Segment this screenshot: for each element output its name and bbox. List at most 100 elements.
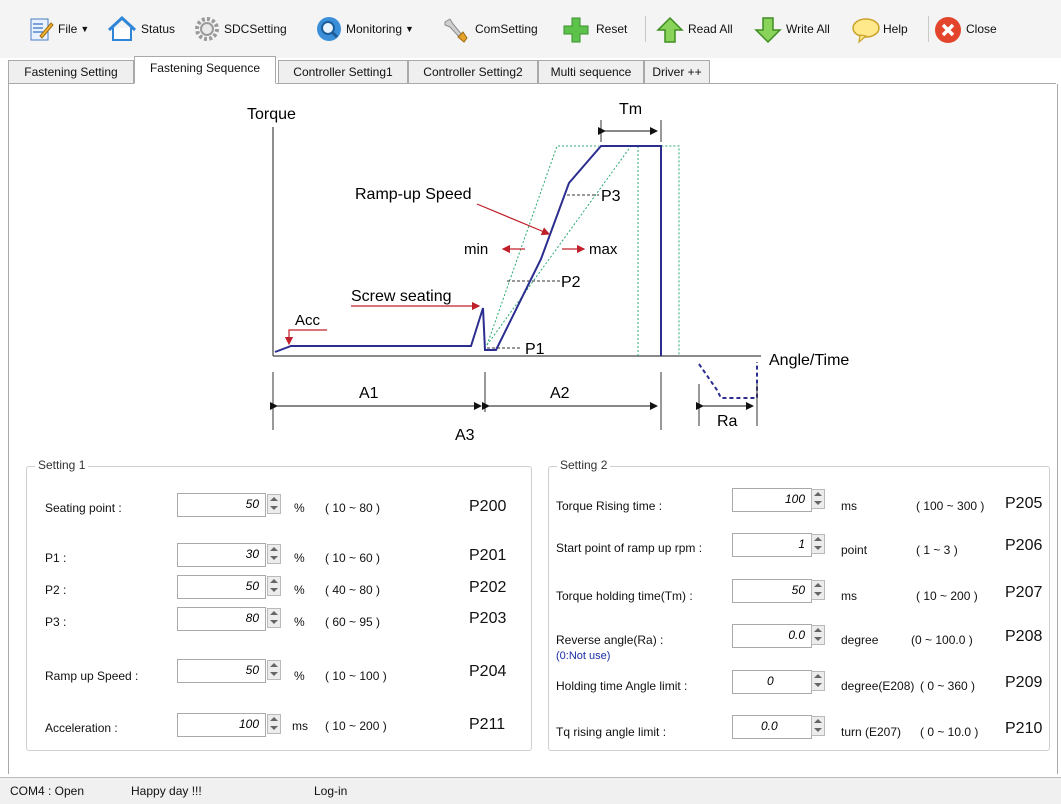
- status-bar: COM4 : Open Happy day !!! Log-in: [0, 777, 1061, 804]
- monitoring-menu-button[interactable]: Monitoring ▼: [316, 14, 414, 44]
- tab-fastening-sequence[interactable]: Fastening Sequence: [134, 56, 276, 84]
- p1-field-label: P1 :: [45, 551, 67, 565]
- tab-controller-setting1[interactable]: Controller Setting1: [278, 60, 408, 84]
- torque-holding-time-spinner[interactable]: [811, 580, 825, 600]
- arrow-up-icon: [656, 16, 684, 43]
- torque-rising-time-input[interactable]: [733, 489, 811, 509]
- reverse-angle-input[interactable]: [733, 625, 811, 645]
- holding-angle-limit-spinner[interactable]: [811, 671, 825, 691]
- spin-down-icon: [270, 588, 278, 592]
- reverse-angle-curve: [698, 362, 758, 399]
- torque-holding-time-range: ( 10 ~ 200 ): [916, 589, 978, 603]
- torque-holding-time-code: P207: [1005, 584, 1043, 601]
- help-button[interactable]: Help: [851, 14, 908, 44]
- reset-button[interactable]: Reset: [562, 14, 627, 44]
- tq-rising-angle-limit-code: P210: [1005, 720, 1043, 737]
- seating-point-spinner[interactable]: [267, 494, 281, 514]
- reset-label: Reset: [596, 22, 628, 36]
- p3-input-box: [177, 607, 266, 631]
- tab-fastening-setting[interactable]: Fastening Setting: [8, 60, 134, 84]
- ramp-up-speed-input[interactable]: [178, 660, 265, 680]
- ramp-up-speed-unit: %: [294, 669, 305, 683]
- p2-field-label: P2 :: [45, 583, 67, 597]
- close-button[interactable]: Close: [934, 14, 997, 44]
- p3-field-label: P3 :: [45, 615, 67, 629]
- min-label: min: [464, 241, 488, 258]
- start-point-ramp-unit: point: [841, 543, 868, 557]
- spin-up-icon: [270, 497, 278, 501]
- write-all-label: Write All: [786, 22, 830, 36]
- torque-rising-time-unit: ms: [841, 499, 857, 513]
- p1-input[interactable]: [178, 544, 265, 564]
- start-point-ramp-code: P206: [1005, 537, 1043, 554]
- fastening-sequence-panel: Torque Angle/Time Tm Ramp-up Speed min m…: [8, 84, 1058, 774]
- sdcsetting-label: SDCSetting: [224, 22, 287, 36]
- chevron-down-icon: ▼: [80, 24, 90, 34]
- status-button[interactable]: Status: [107, 14, 175, 44]
- setting2-title: Setting 2: [557, 458, 611, 472]
- arrow-down-icon: [754, 16, 782, 44]
- p1-input-box: [177, 543, 266, 567]
- chevron-down-icon: ▼: [405, 24, 414, 34]
- tab-bar: Fastening Setting Fastening Sequence Con…: [8, 56, 1056, 84]
- torque-holding-time-input[interactable]: [733, 580, 811, 600]
- tab-controller-setting2[interactable]: Controller Setting2: [408, 60, 538, 84]
- acceleration-input-box: [177, 713, 266, 737]
- p2-input[interactable]: [178, 576, 265, 596]
- seating-point-label: Seating point :: [45, 501, 122, 515]
- spin-up-icon: [814, 537, 822, 541]
- tab-multi-sequence[interactable]: Multi sequence: [538, 60, 644, 84]
- torque-holding-time-unit: ms: [841, 589, 857, 603]
- tab-driver-plus[interactable]: Driver ++: [644, 60, 710, 84]
- seating-point-input-box: [177, 493, 266, 517]
- reverse-angle-note: (0:Not use): [556, 650, 611, 662]
- toolbar-separator: [928, 16, 929, 42]
- ramp-up-speed-field-label: Ramp up Speed :: [45, 669, 139, 683]
- p2-spinner[interactable]: [267, 576, 281, 596]
- acc-arrow: [284, 329, 327, 346]
- p2-input-box: [177, 575, 266, 599]
- p3-input[interactable]: [178, 608, 265, 628]
- file-edit-icon: [28, 16, 54, 42]
- file-menu-button[interactable]: File ▼: [28, 14, 89, 44]
- spin-down-icon: [270, 506, 278, 510]
- write-all-button[interactable]: Write All: [754, 14, 830, 44]
- ramp-up-speed-input-box: [177, 659, 266, 683]
- p3-code: P203: [469, 610, 507, 627]
- start-point-ramp-input[interactable]: [733, 534, 811, 554]
- sdcsetting-button[interactable]: SDCSetting: [194, 14, 287, 44]
- p3-spinner[interactable]: [267, 608, 281, 628]
- comsetting-button[interactable]: ComSetting: [441, 14, 538, 44]
- acceleration-code: P211: [469, 716, 506, 733]
- spin-down-icon: [270, 556, 278, 560]
- p2-code: P202: [469, 579, 507, 596]
- ramp-up-speed-code: P204: [469, 663, 507, 680]
- home-icon: [107, 15, 137, 42]
- file-label: File: [58, 22, 78, 36]
- spin-up-icon: [270, 663, 278, 667]
- ra-label: Ra: [717, 413, 738, 430]
- read-all-label: Read All: [688, 22, 733, 36]
- reverse-angle-spinner[interactable]: [811, 625, 825, 645]
- start-point-ramp-input-box: [732, 533, 812, 557]
- read-all-button[interactable]: Read All: [656, 14, 733, 44]
- acc-label: Acc: [295, 312, 321, 329]
- start-point-ramp-spinner[interactable]: [811, 534, 825, 554]
- status-label: Status: [141, 22, 176, 36]
- tq-rising-angle-limit-spinner[interactable]: [811, 716, 825, 736]
- tq-rising-angle-limit-label: Tq rising angle limit :: [556, 725, 667, 739]
- acceleration-input[interactable]: [178, 714, 265, 734]
- spin-up-icon: [270, 611, 278, 615]
- torque-rising-time-code: P205: [1005, 495, 1043, 512]
- ramp-up-speed-spinner[interactable]: [267, 660, 281, 680]
- acceleration-spinner[interactable]: [267, 714, 281, 734]
- reverse-angle-unit: degree: [841, 633, 879, 647]
- p1-spinner[interactable]: [267, 544, 281, 564]
- screw-seating-label: Screw seating: [351, 288, 452, 305]
- holding-angle-limit-input[interactable]: [733, 671, 811, 691]
- magnifier-icon: [316, 16, 342, 42]
- ramp-up-speed-range: ( 10 ~ 100 ): [325, 669, 387, 683]
- seating-point-input[interactable]: [178, 494, 265, 514]
- torque-rising-time-spinner[interactable]: [811, 489, 825, 509]
- tq-rising-angle-limit-input[interactable]: [733, 716, 811, 736]
